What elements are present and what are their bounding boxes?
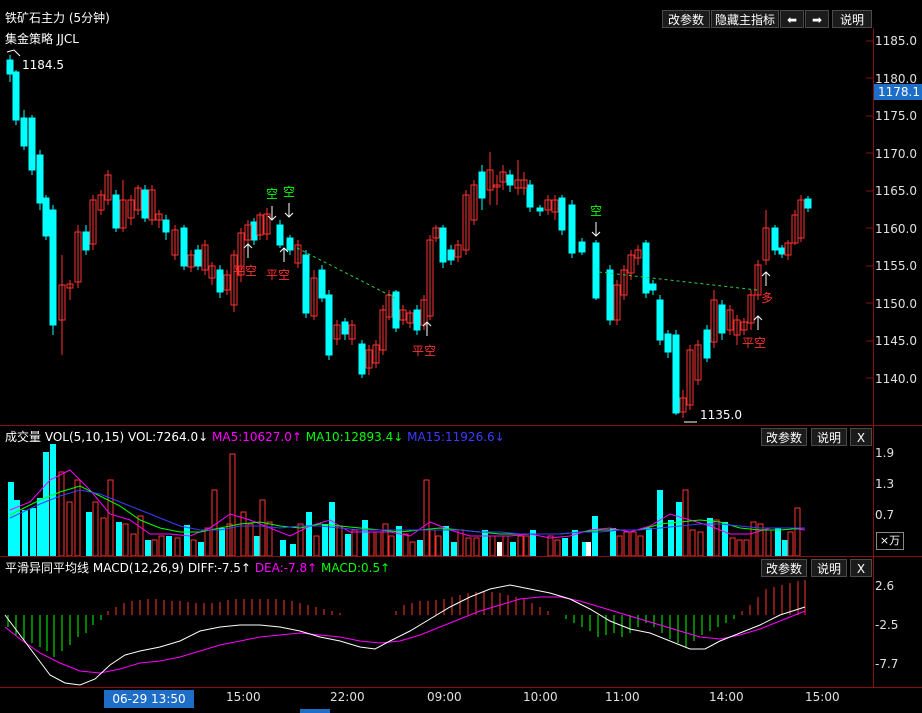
dea-value: DEA:-7.8↑ bbox=[254, 561, 318, 575]
price-tick: 1165.0 bbox=[875, 184, 917, 198]
scroll-indicator[interactable] bbox=[300, 709, 330, 713]
time-tick: 22:00 bbox=[330, 690, 365, 704]
vol-ma10-line bbox=[9, 485, 806, 535]
macd-tick: 2.6 bbox=[875, 579, 895, 593]
close-short-signal: 平空 bbox=[266, 268, 291, 282]
time-tick: 15:00 bbox=[226, 690, 261, 704]
time-axis-line bbox=[0, 687, 922, 688]
time-tick: 14:00 bbox=[709, 690, 744, 704]
volume-tick: 1.3 bbox=[875, 477, 895, 491]
short-signal: 空 bbox=[283, 185, 296, 199]
panel-separator bbox=[0, 556, 922, 557]
time-tick: 11:00 bbox=[605, 690, 640, 704]
price-tick: 1170.0 bbox=[875, 147, 917, 161]
price-tick: 1140.0 bbox=[875, 372, 917, 386]
price-ticks bbox=[866, 40, 873, 379]
volume-unit: ×万 bbox=[876, 532, 904, 550]
macd-positive-bars bbox=[107, 580, 806, 615]
volume-bars-down bbox=[8, 444, 788, 556]
cursor-time-label: 06-29 13:50 bbox=[104, 690, 194, 708]
trend-line bbox=[598, 271, 758, 291]
macd-chart[interactable] bbox=[0, 575, 873, 687]
candlestick-chart[interactable] bbox=[0, 0, 873, 425]
price-tick: 1150.0 bbox=[875, 297, 917, 311]
time-tick: 10:00 bbox=[523, 690, 558, 704]
close-short-signal: 平空 bbox=[412, 344, 437, 358]
volume-tick: 1.9 bbox=[875, 446, 895, 460]
macd-value: MACD:0.5↑ bbox=[320, 561, 391, 575]
volume-chart[interactable] bbox=[0, 440, 873, 556]
panel-separator bbox=[0, 425, 922, 426]
macd-name: 平滑异同平均线 bbox=[5, 561, 90, 575]
macd-tick: -2.5 bbox=[875, 618, 899, 632]
price-tick: 1185.0 bbox=[875, 34, 917, 48]
axis-divider bbox=[873, 28, 874, 688]
close-short-signal: 平空 bbox=[742, 336, 767, 350]
high-marker bbox=[6, 49, 21, 57]
high-price-label: 1184.5 bbox=[22, 58, 64, 72]
low-price-label: 1135.0 bbox=[700, 408, 742, 422]
macd-tick: -7.7 bbox=[875, 657, 899, 671]
time-tick: 15:00 bbox=[805, 690, 840, 704]
short-signal: 空 bbox=[266, 187, 279, 201]
short-signal: 空 bbox=[590, 204, 603, 218]
macd-negative-bars bbox=[7, 615, 735, 657]
time-tick: 09:00 bbox=[427, 690, 462, 704]
price-tick: 1175.0 bbox=[875, 109, 917, 123]
macd-indicator: MACD(12,26,9) bbox=[92, 561, 184, 575]
vol-ma5-line bbox=[9, 469, 806, 539]
long-signal: 多 bbox=[761, 291, 774, 305]
price-tick: 1160.0 bbox=[875, 222, 917, 236]
volume-tick: 0.7 bbox=[875, 508, 895, 522]
diff-value: DIFF:-7.5↑ bbox=[187, 561, 251, 575]
close-short-signal: 平空 bbox=[233, 264, 258, 278]
dea-line bbox=[4, 596, 806, 674]
macd-panel-title: 平滑异同平均线 MACD(12,26,9) DIFF:-7.5↑ DEA:-7.… bbox=[5, 559, 390, 576]
trend-line bbox=[296, 247, 396, 299]
price-tick: 1145.0 bbox=[875, 334, 917, 348]
current-price-tag: 1178.1 bbox=[874, 84, 922, 100]
price-tick: 1155.0 bbox=[875, 259, 917, 273]
diff-line bbox=[4, 584, 806, 686]
up-candles bbox=[58, 152, 805, 418]
